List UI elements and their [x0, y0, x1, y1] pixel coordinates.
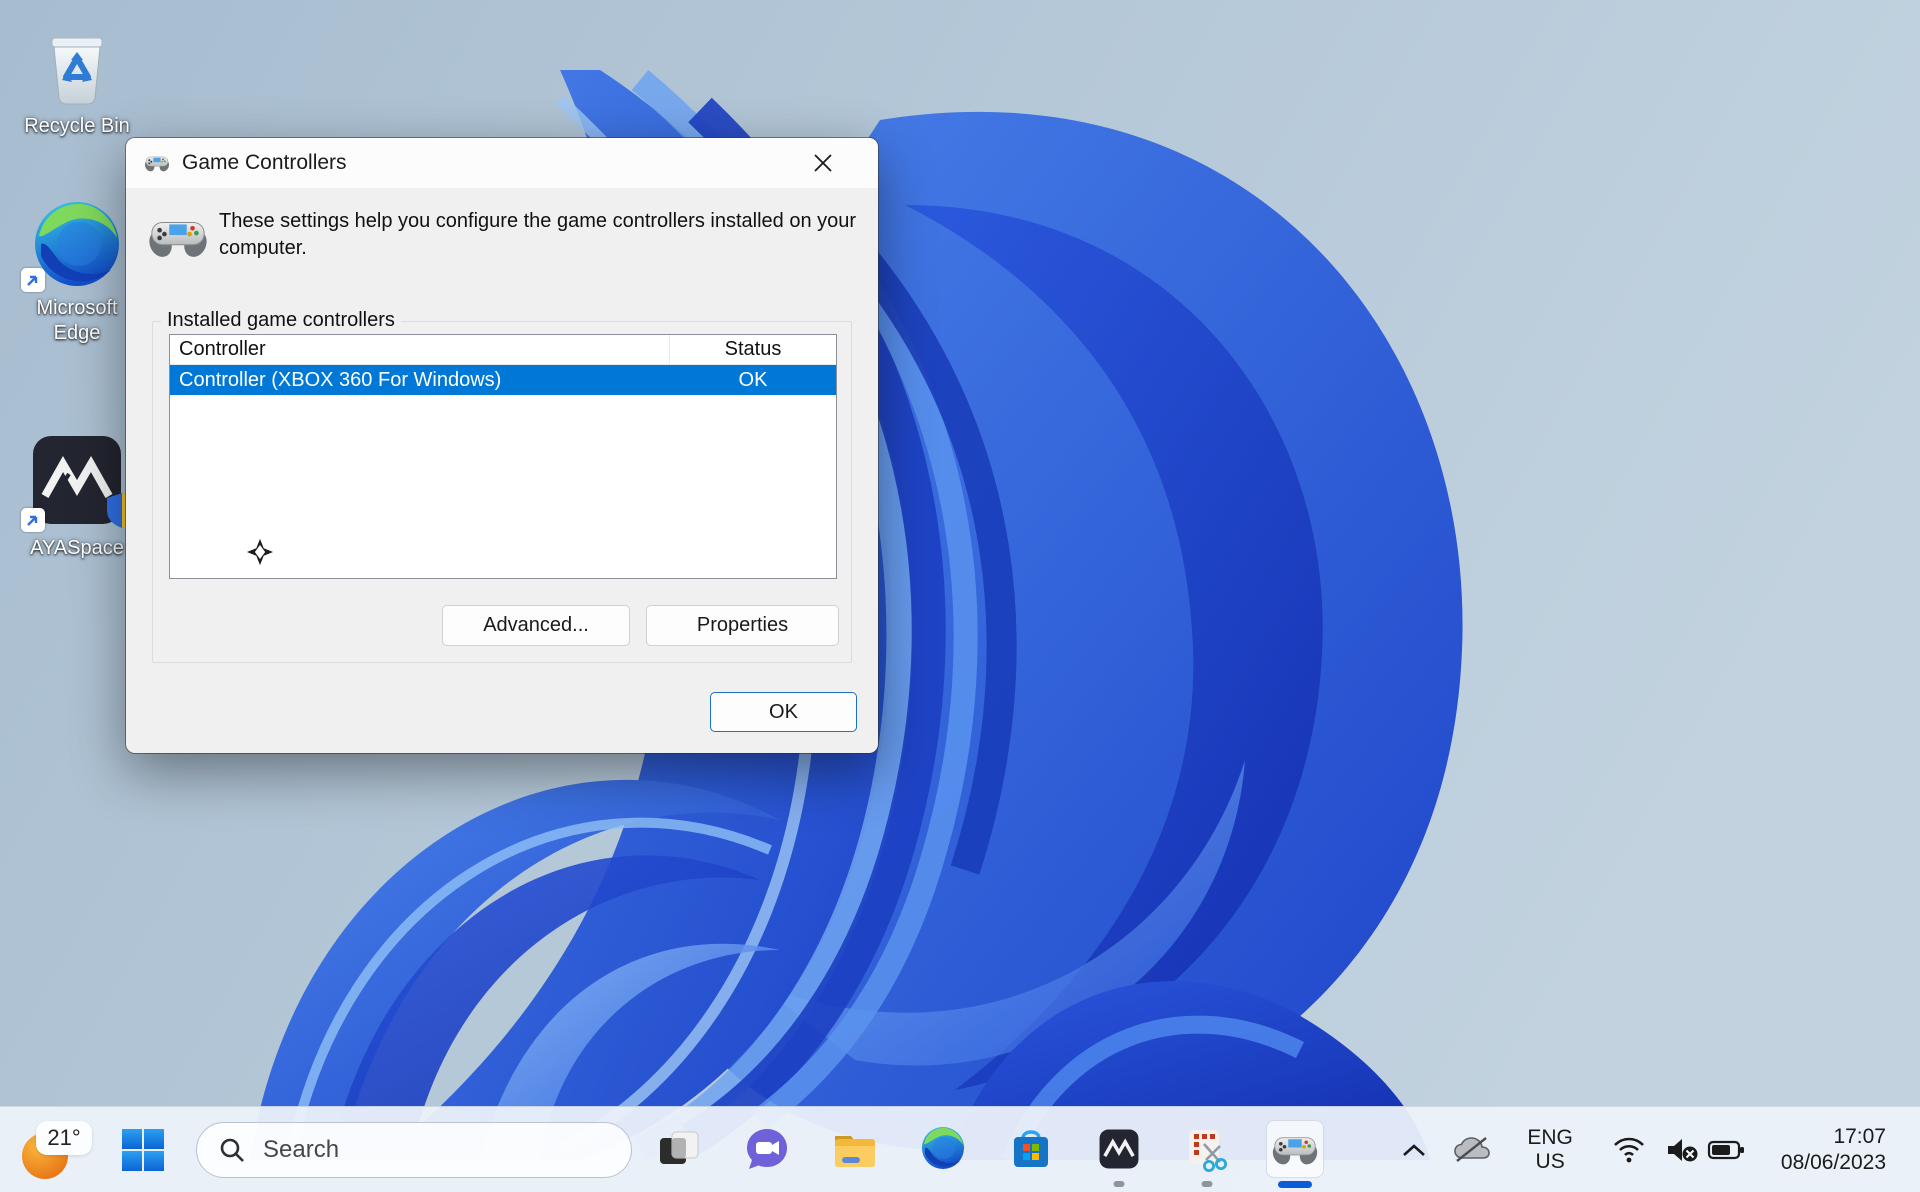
- language-indicator[interactable]: ENG US: [1527, 1126, 1573, 1174]
- battery-icon: [1707, 1139, 1745, 1161]
- advanced-button[interactable]: Advanced...: [442, 605, 630, 646]
- groupbox-label: Installed game controllers: [161, 309, 401, 332]
- search-placeholder: Search: [263, 1136, 339, 1164]
- tray-date: 08/06/2023: [1781, 1150, 1886, 1176]
- running-indicator: [1202, 1181, 1213, 1187]
- cell-controller-name: Controller (XBOX 360 For Windows): [170, 369, 670, 392]
- gamepad-icon: [144, 153, 170, 173]
- wifi-button[interactable]: [1613, 1137, 1645, 1163]
- taskbar-app-icons: [650, 1120, 1324, 1178]
- sparkle-cursor: [246, 538, 274, 571]
- desktop-icon-label: Recycle Bin: [15, 114, 139, 139]
- edge-icon: [33, 200, 121, 292]
- column-header-controller[interactable]: Controller: [170, 335, 670, 364]
- close-button[interactable]: [800, 145, 846, 181]
- task-view-button[interactable]: [650, 1120, 708, 1178]
- file-explorer-icon: [831, 1126, 879, 1172]
- temperature-badge: 21°: [36, 1121, 92, 1155]
- system-tray: ENG US: [1401, 1107, 1920, 1192]
- dialog-titlebar: Game Controllers: [126, 138, 878, 188]
- desktop: Recycle Bin Microsoft Edge: [0, 0, 1920, 1192]
- start-button[interactable]: [119, 1126, 167, 1174]
- snipping-tool-button[interactable]: [1178, 1120, 1236, 1178]
- volume-muted-button[interactable]: [1665, 1136, 1699, 1164]
- desktop-icon-ayaspace[interactable]: AYASpace: [15, 422, 139, 561]
- ayaspace-button[interactable]: [1090, 1120, 1148, 1178]
- microsoft-store-icon: [1008, 1126, 1054, 1172]
- snipping-tool-icon: [1184, 1126, 1230, 1172]
- running-indicator: [1114, 1181, 1125, 1187]
- language-line1: ENG: [1527, 1126, 1573, 1150]
- chat-button[interactable]: [738, 1120, 796, 1178]
- dialog-description: These settings help you configure the ga…: [219, 200, 858, 265]
- desktop-icon-label: Microsoft Edge: [15, 296, 139, 346]
- gamepad-icon: [1271, 1131, 1319, 1167]
- search-icon: [219, 1137, 245, 1163]
- hidden-icons-button[interactable]: [1401, 1142, 1427, 1158]
- chat-icon: [744, 1126, 790, 1172]
- recycle-bin-icon: [40, 28, 114, 110]
- clock[interactable]: 17:07 08/06/2023: [1781, 1124, 1886, 1176]
- dialog-description-row: These settings help you configure the ga…: [147, 200, 858, 265]
- game-controllers-dialog: Game Controllers These settings help you…: [126, 138, 878, 753]
- cloud-offline-icon: [1453, 1136, 1491, 1164]
- properties-button[interactable]: Properties: [646, 605, 839, 646]
- desktop-icon-microsoft-edge[interactable]: Microsoft Edge: [15, 200, 139, 346]
- gamepad-icon-large: [147, 214, 209, 265]
- table-header: Controller Status: [170, 335, 836, 365]
- onedrive-status-button[interactable]: [1453, 1136, 1491, 1164]
- tray-time: 17:07: [1781, 1124, 1886, 1150]
- edge-button[interactable]: [914, 1120, 972, 1178]
- ayaspace-icon: [1096, 1126, 1142, 1172]
- windows-logo-icon: [120, 1127, 166, 1173]
- close-icon: [812, 152, 834, 174]
- shortcut-arrow-badge: [21, 268, 45, 292]
- task-view-icon: [656, 1126, 702, 1172]
- table-row[interactable]: Controller (XBOX 360 For Windows) OK: [170, 365, 836, 395]
- cell-controller-status: OK: [670, 369, 836, 392]
- game-controllers-button[interactable]: [1266, 1120, 1324, 1178]
- language-line2: US: [1527, 1150, 1573, 1174]
- installed-controllers-groupbox: Installed game controllers Controller St…: [152, 321, 852, 663]
- active-window-indicator: [1278, 1181, 1312, 1188]
- battery-button[interactable]: [1707, 1139, 1745, 1161]
- ok-button[interactable]: OK: [710, 692, 857, 732]
- weather-widget[interactable]: 21°: [14, 1115, 110, 1185]
- search-input[interactable]: Search: [196, 1122, 632, 1178]
- shortcut-arrow-badge: [21, 508, 45, 532]
- chevron-up-icon: [1401, 1142, 1427, 1158]
- desktop-icon-recycle-bin[interactable]: Recycle Bin: [15, 12, 139, 139]
- taskbar: 21° Search: [0, 1106, 1920, 1192]
- speaker-muted-icon: [1665, 1136, 1699, 1164]
- microsoft-store-button[interactable]: [1002, 1120, 1060, 1178]
- file-explorer-button[interactable]: [826, 1120, 884, 1178]
- dialog-title: Game Controllers: [182, 151, 347, 175]
- desktop-icon-label: AYASpace: [15, 536, 139, 561]
- wifi-icon: [1613, 1137, 1645, 1163]
- edge-icon: [920, 1126, 966, 1172]
- column-header-status[interactable]: Status: [670, 338, 836, 361]
